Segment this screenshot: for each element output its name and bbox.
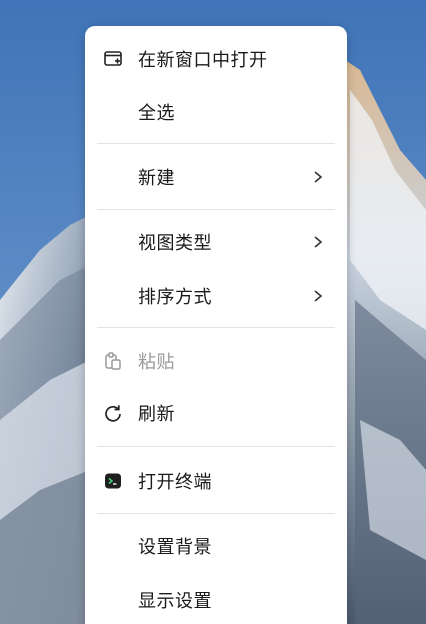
desktop[interactable]: 在新窗口中打开 全选 新建 视图类型 排序方式 粘贴 刷新 打开终端 设置背景 … bbox=[0, 0, 426, 624]
menu-item-select-all[interactable]: 全选 bbox=[85, 87, 347, 137]
menu-item-open-new-window[interactable]: 在新窗口中打开 bbox=[85, 34, 347, 84]
menu-item-display-settings[interactable]: 显示设置 bbox=[85, 575, 347, 624]
menu-separator bbox=[97, 327, 335, 328]
menu-item-open-terminal[interactable]: 打开终端 bbox=[85, 456, 347, 506]
menu-item-label: 全选 bbox=[138, 103, 175, 124]
menu-separator bbox=[97, 446, 335, 447]
menu-item-label: 在新窗口中打开 bbox=[138, 50, 268, 71]
menu-item-label: 刷新 bbox=[138, 404, 175, 425]
menu-item-view-type[interactable]: 视图类型 bbox=[85, 217, 347, 267]
menu-item-label: 新建 bbox=[138, 168, 175, 189]
menu-item-label: 显示设置 bbox=[138, 591, 212, 612]
menu-item-label: 粘贴 bbox=[138, 352, 175, 373]
menu-separator bbox=[97, 143, 335, 144]
menu-item-label: 设置背景 bbox=[138, 537, 212, 558]
refresh-icon bbox=[105, 405, 121, 422]
context-menu: 在新窗口中打开 全选 新建 视图类型 排序方式 粘贴 刷新 打开终端 设置背景 … bbox=[85, 26, 347, 624]
menu-item-paste: 粘贴 bbox=[85, 336, 347, 386]
menu-separator bbox=[97, 209, 335, 210]
chevron-right-icon bbox=[314, 236, 323, 248]
menu-item-new[interactable]: 新建 bbox=[85, 152, 347, 202]
new-window-icon bbox=[104, 51, 122, 66]
menu-item-label: 排序方式 bbox=[138, 287, 212, 308]
menu-item-label: 打开终端 bbox=[138, 472, 212, 493]
menu-item-label: 视图类型 bbox=[138, 233, 212, 254]
terminal-icon bbox=[105, 473, 121, 489]
paste-icon bbox=[105, 352, 121, 370]
chevron-right-icon bbox=[314, 171, 323, 183]
menu-item-refresh[interactable]: 刷新 bbox=[85, 388, 347, 438]
menu-item-sort-by[interactable]: 排序方式 bbox=[85, 271, 347, 321]
chevron-right-icon bbox=[314, 290, 323, 302]
menu-separator bbox=[97, 513, 335, 514]
menu-item-set-background[interactable]: 设置背景 bbox=[85, 521, 347, 571]
